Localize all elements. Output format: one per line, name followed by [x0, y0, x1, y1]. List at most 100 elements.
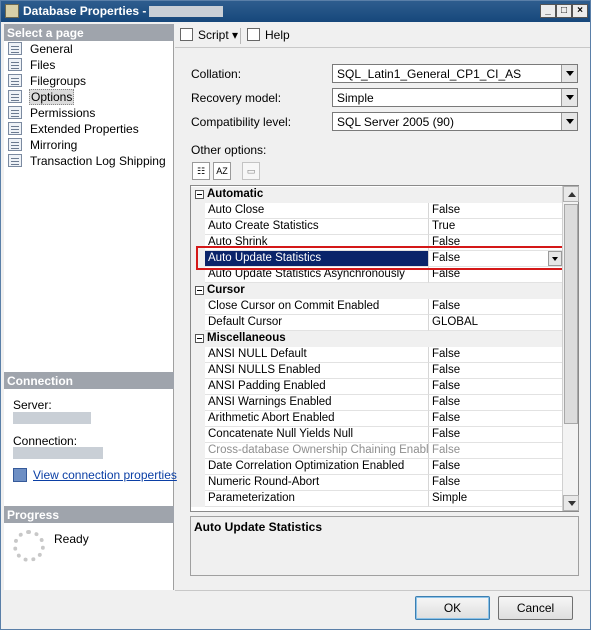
page-icon	[8, 42, 22, 55]
minimize-button[interactable]: _	[540, 4, 556, 18]
collation-label: Collation:	[191, 67, 242, 81]
property-name: ANSI Warnings Enabled	[205, 395, 429, 411]
progress-spinner-icon	[13, 530, 45, 562]
categorized-sort-icon[interactable]: ☷	[192, 162, 210, 180]
property-name: Auto Close	[205, 203, 429, 219]
property-name: Concatenate Null Yields Null	[205, 427, 429, 443]
property-row[interactable]: Parameterization Simple	[191, 491, 563, 507]
page-item-label: Mirroring	[30, 138, 78, 152]
property-row[interactable]: Auto Close False	[191, 203, 563, 219]
recovery-model-value: Simple	[337, 91, 374, 105]
page-icon	[8, 154, 22, 167]
close-button[interactable]: ×	[572, 4, 588, 18]
server-label: Server:	[13, 398, 52, 412]
page-icon	[8, 106, 22, 119]
property-row[interactable]: Concatenate Null Yields Null False	[191, 427, 563, 443]
page-icon	[8, 122, 22, 135]
maximize-button[interactable]: □	[556, 4, 572, 18]
property-value[interactable]: False	[429, 411, 563, 427]
property-value[interactable]: GLOBAL	[429, 315, 563, 331]
property-value[interactable]: False	[429, 379, 563, 395]
property-row[interactable]: Auto Create Statistics True	[191, 219, 563, 235]
page-icon	[8, 138, 22, 151]
category-cursor[interactable]: Cursor	[191, 283, 563, 299]
property-pages-icon[interactable]: ▭	[242, 162, 260, 180]
property-value[interactable]: False	[429, 299, 563, 315]
property-row[interactable]: ANSI Warnings Enabled False	[191, 395, 563, 411]
property-value[interactable]: True	[429, 219, 563, 235]
page-icon	[8, 90, 22, 103]
property-name: Auto Create Statistics	[205, 219, 429, 235]
collation-dropdown[interactable]: SQL_Latin1_General_CP1_CI_AS	[332, 64, 578, 83]
property-row[interactable]: Arithmetic Abort Enabled False	[191, 411, 563, 427]
redacted-server-name	[13, 412, 91, 424]
category-automatic[interactable]: Automatic	[191, 187, 563, 203]
property-value[interactable]: False	[429, 203, 563, 219]
property-row[interactable]: ANSI NULLS Enabled False	[191, 363, 563, 379]
progress-header: Progress	[4, 506, 174, 523]
script-label: Script	[198, 28, 229, 42]
property-row[interactable]: Close Cursor on Commit Enabled False	[191, 299, 563, 315]
page-icon	[8, 74, 22, 87]
property-row[interactable]: ANSI NULL Default False	[191, 347, 563, 363]
compatibility-level-dropdown[interactable]: SQL Server 2005 (90)	[332, 112, 578, 131]
cancel-button[interactable]: Cancel	[498, 596, 573, 620]
category-miscellaneous[interactable]: Miscellaneous	[191, 331, 563, 347]
property-name: Close Cursor on Commit Enabled	[205, 299, 429, 315]
redacted-connection-name	[13, 447, 103, 459]
property-value[interactable]: False	[429, 475, 563, 491]
compatibility-level-label: Compatibility level:	[191, 115, 292, 129]
script-button[interactable]: Script ▾	[180, 28, 238, 42]
property-name: ANSI NULL Default	[205, 347, 429, 363]
property-name: Date Correlation Optimization Enabled	[205, 459, 429, 475]
compatibility-level-value: SQL Server 2005 (90)	[337, 115, 454, 129]
page-item-label: Files	[30, 58, 56, 72]
category-label: Cursor	[207, 284, 245, 296]
script-icon	[180, 28, 193, 41]
property-value[interactable]: Simple	[429, 491, 563, 507]
collapse-icon[interactable]	[195, 286, 204, 295]
page-icon	[8, 58, 22, 71]
recovery-model-dropdown[interactable]: Simple	[332, 88, 578, 107]
chevron-down-icon	[561, 113, 577, 130]
help-button[interactable]: Help	[247, 28, 290, 42]
property-value[interactable]: False	[429, 347, 563, 363]
ok-button[interactable]: OK	[415, 596, 490, 620]
chevron-down-icon: ▾	[232, 28, 239, 42]
scroll-down-icon[interactable]	[563, 495, 579, 511]
page-item-label: Filegroups	[30, 74, 87, 88]
property-row[interactable]: Default Cursor GLOBAL	[191, 315, 563, 331]
scroll-thumb[interactable]	[564, 204, 578, 424]
property-row[interactable]: ANSI Padding Enabled False	[191, 379, 563, 395]
property-value[interactable]: False	[429, 459, 563, 475]
progress-status: Ready	[54, 532, 89, 546]
property-grid-scrollbar[interactable]	[562, 186, 579, 511]
property-name: Cross-database Ownership Chaining Enable…	[205, 443, 429, 459]
page-item-label: Options	[29, 89, 75, 105]
property-value: False	[429, 443, 563, 459]
description-title: Auto Update Statistics	[194, 520, 323, 534]
left-pane: Select a page General Files Filegroups O…	[4, 24, 177, 590]
toolbar-separator	[240, 28, 241, 44]
property-value[interactable]: False	[429, 427, 563, 443]
collation-value: SQL_Latin1_General_CP1_CI_AS	[337, 67, 522, 81]
title-bar[interactable]: Database Properties - _ □ ×	[1, 1, 590, 22]
property-name: Parameterization	[205, 491, 429, 507]
scroll-up-icon[interactable]	[563, 186, 579, 202]
footer-divider	[175, 590, 590, 591]
database-properties-dialog: Database Properties - _ □ × Select a pag…	[0, 0, 591, 630]
collapse-icon[interactable]	[195, 334, 204, 343]
other-options-label: Other options:	[191, 143, 267, 157]
recovery-model-label: Recovery model:	[191, 91, 282, 105]
chevron-down-icon	[561, 89, 577, 106]
connection-properties-icon	[13, 468, 27, 482]
view-connection-properties-link[interactable]: View connection properties	[13, 468, 177, 482]
property-row[interactable]: Numeric Round-Abort False	[191, 475, 563, 491]
alphabetical-sort-icon[interactable]: AZ	[213, 162, 231, 180]
property-value[interactable]: False	[429, 363, 563, 379]
property-value[interactable]: False	[429, 395, 563, 411]
collapse-icon[interactable]	[195, 190, 204, 199]
property-name: ANSI Padding Enabled	[205, 379, 429, 395]
property-row[interactable]: Date Correlation Optimization Enabled Fal…	[191, 459, 563, 475]
description-panel: Auto Update Statistics	[190, 516, 579, 576]
